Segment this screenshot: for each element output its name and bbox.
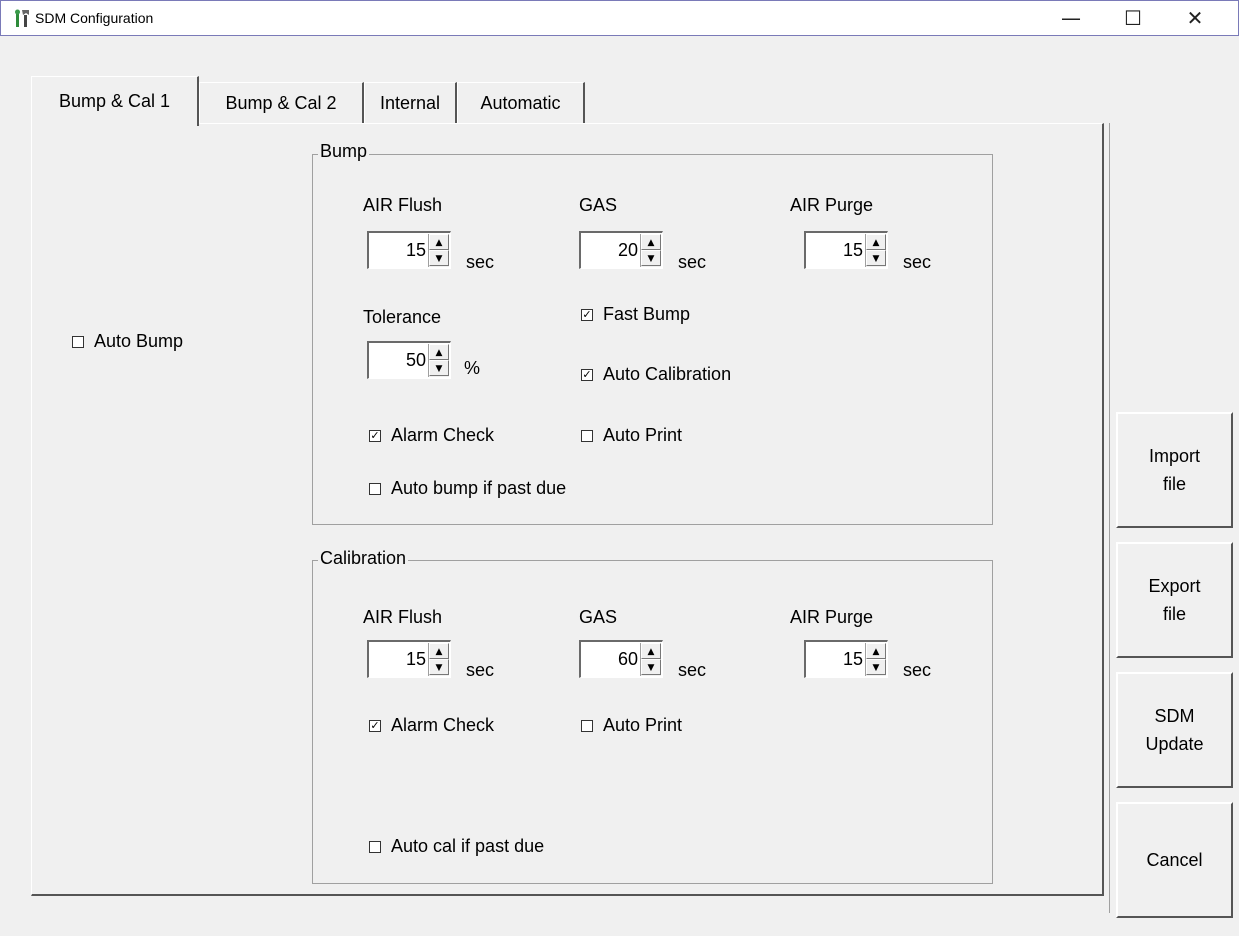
- tolerance-spinner[interactable]: 50 ▲ ▼: [367, 341, 451, 379]
- tolerance-label: Tolerance: [363, 307, 442, 327]
- spin-down-icon[interactable]: ▼: [641, 250, 661, 266]
- checkbox-box[interactable]: [369, 840, 381, 853]
- export-file-button[interactable]: Export file: [1116, 542, 1233, 658]
- checkmark-icon[interactable]: ✓: [369, 429, 381, 442]
- cal-gas-unit: sec: [678, 660, 707, 680]
- cal-air-purge-label: AIR Purge: [790, 607, 874, 627]
- spin-down-icon[interactable]: ▼: [641, 659, 661, 675]
- checkbox-box[interactable]: [581, 719, 593, 732]
- bump-air-purge-spinner[interactable]: 15 ▲ ▼: [804, 231, 888, 269]
- calibration-group-title: Calibration: [318, 548, 409, 569]
- bump-air-flush-label: AIR Flush: [363, 195, 443, 215]
- spin-up-icon[interactable]: ▲: [429, 344, 449, 360]
- cal-gas-label: GAS: [579, 607, 618, 627]
- cal-air-purge-unit: sec: [903, 660, 932, 680]
- cal-alarm-check-checkbox[interactable]: ✓ Alarm Check: [369, 715, 494, 736]
- tab-internal[interactable]: Internal: [364, 82, 457, 124]
- title-bar: SDM Configuration — ☐ ✕: [0, 0, 1239, 36]
- spinner-arrows[interactable]: ▲ ▼: [865, 234, 886, 267]
- spin-up-icon[interactable]: ▲: [866, 234, 886, 250]
- auto-calibration-checkbox[interactable]: ✓ Auto Calibration: [581, 364, 731, 385]
- cal-auto-print-label: Auto Print: [603, 715, 683, 735]
- tab-automatic[interactable]: Automatic: [457, 82, 585, 124]
- spinner-value[interactable]: 15: [406, 240, 426, 261]
- sdm-update-button[interactable]: SDM Update: [1116, 672, 1233, 788]
- fast-bump-label: Fast Bump: [603, 304, 691, 324]
- bump-gas-spinner[interactable]: 20 ▲ ▼: [579, 231, 663, 269]
- checkbox-box[interactable]: [581, 429, 593, 442]
- spinner-value[interactable]: 50: [406, 350, 426, 371]
- spinner-value[interactable]: 60: [618, 649, 638, 670]
- bump-air-flush-spinner[interactable]: 15 ▲ ▼: [367, 231, 451, 269]
- spinner-value[interactable]: 15: [843, 240, 863, 261]
- spinner-arrows[interactable]: ▲ ▼: [428, 234, 449, 267]
- bump-air-purge-label: AIR Purge: [790, 195, 874, 215]
- tools-icon: [15, 9, 29, 27]
- cal-alarm-check-label: Alarm Check: [391, 715, 495, 735]
- tolerance-unit: %: [464, 358, 481, 378]
- spin-up-icon[interactable]: ▲: [429, 234, 449, 250]
- cancel-button[interactable]: Cancel: [1116, 802, 1233, 918]
- minimize-button[interactable]: —: [1043, 1, 1099, 35]
- tab-bump-cal-2[interactable]: Bump & Cal 2: [199, 82, 364, 124]
- spinner-arrows[interactable]: ▲ ▼: [865, 643, 886, 676]
- bump-group-title: Bump: [318, 141, 370, 162]
- auto-bump-label: Auto Bump: [94, 331, 184, 351]
- import-file-button[interactable]: Import file: [1116, 412, 1233, 528]
- cal-gas-spinner[interactable]: 60 ▲ ▼: [579, 640, 663, 678]
- window-title: SDM Configuration: [35, 10, 154, 26]
- auto-bump-past-due-checkbox[interactable]: Auto bump if past due: [369, 478, 566, 499]
- close-button[interactable]: ✕: [1167, 1, 1223, 35]
- spinner-arrows[interactable]: ▲ ▼: [640, 643, 661, 676]
- auto-cal-past-due-label: Auto cal if past due: [391, 836, 545, 856]
- bump-alarm-check-checkbox[interactable]: ✓ Alarm Check: [369, 425, 494, 446]
- checkmark-icon[interactable]: ✓: [581, 368, 593, 381]
- checkmark-icon[interactable]: ✓: [369, 719, 381, 732]
- spin-up-icon[interactable]: ▲: [866, 643, 886, 659]
- spin-down-icon[interactable]: ▼: [866, 250, 886, 266]
- spin-down-icon[interactable]: ▼: [429, 360, 449, 376]
- auto-bump-checkbox[interactable]: Auto Bump: [72, 331, 183, 352]
- bump-alarm-check-label: Alarm Check: [391, 425, 495, 445]
- checkbox-box[interactable]: [369, 482, 381, 495]
- auto-calibration-label: Auto Calibration: [603, 364, 732, 384]
- bump-gas-unit: sec: [678, 252, 707, 272]
- spinner-arrows[interactable]: ▲ ▼: [640, 234, 661, 267]
- side-divider: [1109, 123, 1110, 913]
- spin-up-icon[interactable]: ▲: [429, 643, 449, 659]
- spin-up-icon[interactable]: ▲: [641, 234, 661, 250]
- spin-down-icon[interactable]: ▼: [429, 659, 449, 675]
- cal-air-flush-label: AIR Flush: [363, 607, 443, 627]
- tab-bump-cal-1[interactable]: Bump & Cal 1: [31, 76, 199, 126]
- cal-air-purge-spinner[interactable]: 15 ▲ ▼: [804, 640, 888, 678]
- spin-down-icon[interactable]: ▼: [866, 659, 886, 675]
- checkbox-box[interactable]: [72, 335, 84, 348]
- spinner-arrows[interactable]: ▲ ▼: [428, 643, 449, 676]
- auto-bump-past-due-label: Auto bump if past due: [391, 478, 567, 498]
- spinner-arrows[interactable]: ▲ ▼: [428, 344, 449, 377]
- cal-air-flush-spinner[interactable]: 15 ▲ ▼: [367, 640, 451, 678]
- spinner-value[interactable]: 15: [406, 649, 426, 670]
- cal-air-flush-unit: sec: [466, 660, 495, 680]
- spinner-value[interactable]: 15: [843, 649, 863, 670]
- spin-down-icon[interactable]: ▼: [429, 250, 449, 266]
- bump-auto-print-label: Auto Print: [603, 425, 683, 445]
- bump-auto-print-checkbox[interactable]: Auto Print: [581, 425, 682, 446]
- cal-auto-print-checkbox[interactable]: Auto Print: [581, 715, 682, 736]
- fast-bump-checkbox[interactable]: ✓ Fast Bump: [581, 304, 690, 325]
- bump-air-purge-unit: sec: [903, 252, 932, 272]
- auto-cal-past-due-checkbox[interactable]: Auto cal if past due: [369, 836, 544, 857]
- spin-up-icon[interactable]: ▲: [641, 643, 661, 659]
- spinner-value[interactable]: 20: [618, 240, 638, 261]
- bump-gas-label: GAS: [579, 195, 618, 215]
- bump-air-flush-unit: sec: [466, 252, 495, 272]
- maximize-button[interactable]: ☐: [1105, 1, 1161, 35]
- checkmark-icon[interactable]: ✓: [581, 308, 593, 321]
